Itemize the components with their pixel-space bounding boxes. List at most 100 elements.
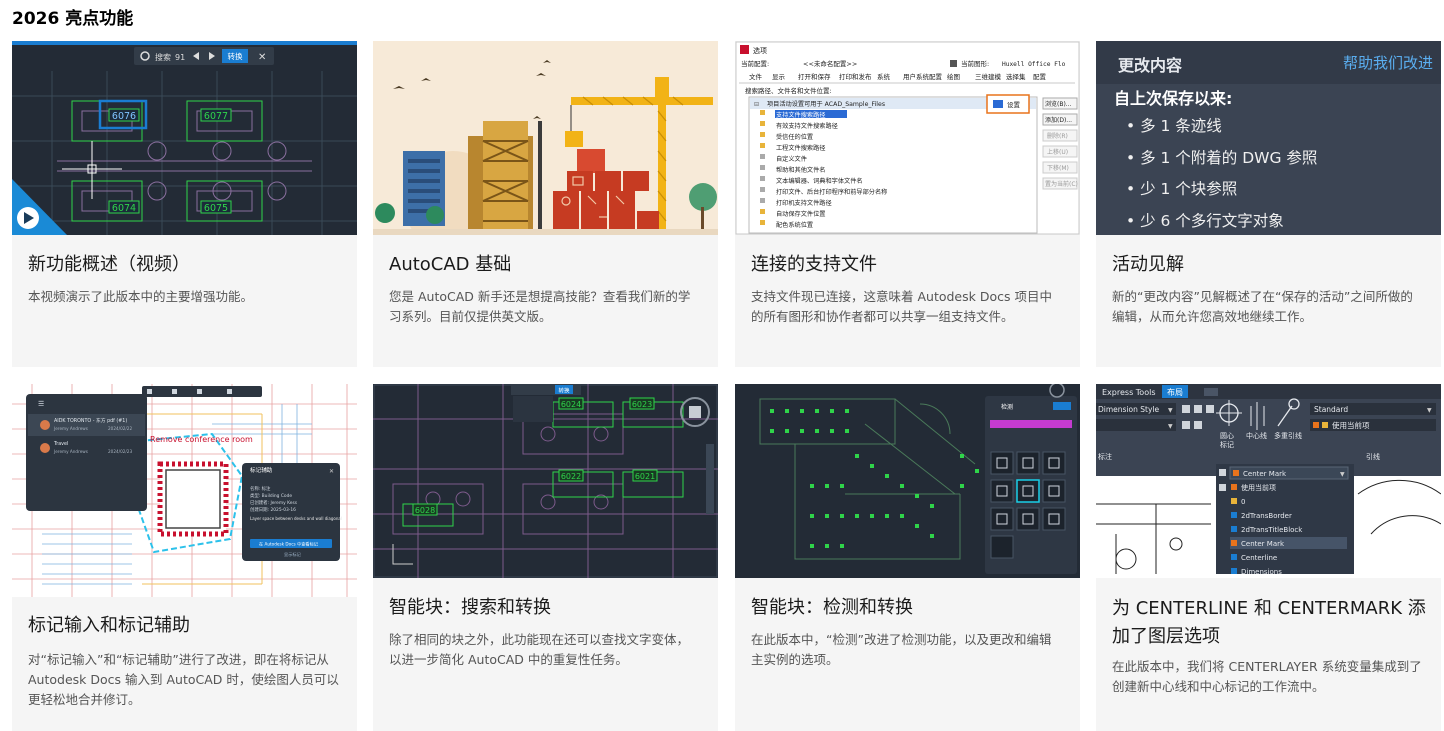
- card-thumbnail: Express Tools 布局 Dimension Style ▼ Stand…: [1096, 384, 1441, 578]
- help-improve-link[interactable]: 帮助我们改进: [1343, 52, 1433, 73]
- card-centerline-centermark-layer[interactable]: Express Tools 布局 Dimension Style ▼ Stand…: [1096, 384, 1441, 731]
- card-thumbnail: 检测: [735, 384, 1080, 578]
- layer-option[interactable]: Dimensions: [1241, 568, 1282, 576]
- card-description: 对“标记输入”和“标记辅助”进行了改进，即在将标记从 Autodesk Docs…: [28, 652, 339, 707]
- card-description: 新的“更改内容”见解概述了在“保存的活动”之间所做的编辑，从而允许您高效地继续工…: [1112, 289, 1413, 324]
- layer-option[interactable]: 2dTransBorder: [1241, 512, 1292, 520]
- tab-selection[interactable]: 选择集: [1006, 72, 1026, 81]
- tab-files[interactable]: 文件: [749, 72, 763, 81]
- close-icon[interactable]: ✕: [329, 468, 334, 475]
- browse-button[interactable]: 浏览(B)...: [1045, 100, 1072, 108]
- set-current-button[interactable]: 置为当前(C): [1045, 180, 1078, 188]
- layer-option[interactable]: 使用当前项: [1241, 483, 1276, 492]
- insight-bullet: • 多 1 个附着的 DWG 参照: [1126, 148, 1318, 167]
- card-description: 本视频演示了此版本中的主要增强功能。: [28, 289, 254, 304]
- tree-item[interactable]: 帮助和其他文件名: [776, 166, 826, 174]
- tree-item[interactable]: 工程文件搜索路径: [776, 144, 826, 152]
- app-icon: [740, 45, 749, 54]
- layer-option[interactable]: Centerline: [1241, 554, 1277, 562]
- tree-item[interactable]: 打印文件、后台打印程序和前导部分名称: [776, 188, 887, 196]
- use-current-select[interactable]: 使用当前项: [1332, 420, 1370, 430]
- annotation-label: 标注: [1098, 452, 1112, 461]
- tree-item[interactable]: 文本编辑器、词典和字体文件名: [776, 177, 863, 185]
- card-title[interactable]: 智能块：检测和转换: [751, 595, 1066, 621]
- toolbar-search[interactable]: 搜索: [155, 52, 171, 62]
- play-icon[interactable]: [17, 207, 39, 229]
- move-down-button[interactable]: 下移(M): [1047, 164, 1069, 172]
- list-header: ☰: [38, 400, 44, 408]
- panel-row: 创建日期: 2025-03-16: [250, 506, 296, 513]
- card-title[interactable]: 连接的支持文件: [751, 252, 1066, 278]
- card-title[interactable]: 为 CENTERLINE 和 CENTERMARK 添加了图层选项: [1112, 595, 1427, 651]
- close-icon[interactable]: ✕: [258, 52, 266, 63]
- toolbar-count: 91: [175, 53, 185, 62]
- layer-option[interactable]: 0: [1241, 498, 1245, 506]
- tab-3d-modeling[interactable]: 三维建模: [975, 72, 1002, 81]
- card-title[interactable]: 智能块：搜索和转换: [389, 595, 704, 621]
- tab-drafting[interactable]: 绘图: [947, 72, 960, 81]
- convert-button[interactable]: 转换: [228, 51, 243, 61]
- layer-option[interactable]: 2dTransTitleBlock: [1241, 526, 1303, 534]
- tree-item[interactable]: 配色系统位置: [776, 221, 813, 229]
- insight-subheader: 自上次保存以来:: [1114, 89, 1233, 108]
- tab-profiles[interactable]: 配置: [1033, 73, 1047, 81]
- card-markup-import-assist[interactable]: Remove conference room ☰ AIDK TORONTO - …: [12, 384, 357, 731]
- view-in-docs-button[interactable]: 在 Autodesk Docs 中查看标记: [259, 541, 319, 548]
- tab-system[interactable]: 系统: [877, 72, 891, 81]
- chevron-down-icon: ▼: [1168, 407, 1173, 414]
- block-label: 6074: [112, 203, 136, 214]
- card-title[interactable]: 活动见解: [1112, 252, 1427, 278]
- move-up-button[interactable]: 上移(U): [1047, 148, 1068, 156]
- tree-item[interactable]: 自动保存文件位置: [776, 210, 826, 218]
- card-activity-insights[interactable]: 更改内容 帮助我们改进 自上次保存以来: • 多 1 条迹线 • 多 1 个附着…: [1096, 41, 1441, 367]
- card-autocad-basics[interactable]: AutoCAD 基础 您是 AutoCAD 新手还是想提高技能？查看我们新的学习…: [373, 41, 718, 367]
- tab-plot-publish[interactable]: 打印和发布: [839, 72, 872, 81]
- panel-row: 已创建者: Jeremy Kess: [250, 499, 298, 506]
- settings-button[interactable]: 设置: [1007, 100, 1021, 109]
- chevron-down-icon: ▼: [1168, 423, 1173, 430]
- dimension-style-select[interactable]: Dimension Style: [1098, 405, 1159, 414]
- tree-item[interactable]: 打印机支持文件路径: [776, 199, 832, 207]
- add-button[interactable]: 添加(D)...: [1045, 116, 1072, 124]
- card-title[interactable]: 新功能概述（视频）: [28, 252, 343, 278]
- center-mark-label: 圆心: [1220, 432, 1234, 440]
- card-description: 您是 AutoCAD 新手还是想提高技能？查看我们新的学习系列。目前仅提供英文版…: [389, 289, 691, 324]
- multileader-label: 多重引线: [1274, 431, 1302, 440]
- remove-button[interactable]: 删除(R): [1047, 132, 1068, 140]
- block-label: 6077: [204, 111, 228, 122]
- card-connected-support-files[interactable]: 选项 当前配置: <<未命名配置>> 当前图形: Huxell Office F…: [735, 41, 1080, 367]
- layer-combo[interactable]: Center Mark: [1243, 470, 1287, 478]
- page-title: 2026 亮点功能: [12, 9, 134, 29]
- tree-item[interactable]: 自定义文件: [776, 155, 807, 163]
- show-markup-link[interactable]: 显示标记: [284, 551, 302, 558]
- layer-option[interactable]: Center Mark: [1241, 540, 1285, 548]
- tab-display[interactable]: 显示: [772, 73, 786, 81]
- tree-item[interactable]: 有效支持文件搜索路径: [776, 122, 838, 130]
- insight-bullet: • 少 6 个多行文字对象: [1126, 211, 1284, 230]
- markup-list-item-name[interactable]: Travel: [53, 441, 68, 447]
- tree-item[interactable]: 受信任的位置: [776, 133, 813, 141]
- card-title[interactable]: AutoCAD 基础: [389, 252, 704, 278]
- tab-open-save[interactable]: 打开和保存: [798, 72, 831, 81]
- convert-button[interactable]: 转换: [558, 387, 570, 395]
- panel-note: Layer space between desks and wall diago…: [250, 516, 342, 521]
- card-smart-blocks-detect-convert[interactable]: 检测 智能块：检测和转换 在此版本中，“检测”改进了检测功能，以及更改和编辑主实…: [735, 384, 1080, 731]
- markup-text[interactable]: Remove conference room: [150, 435, 253, 444]
- card-title[interactable]: 标记输入和标记辅助: [28, 613, 343, 639]
- chevron-down-icon: ▼: [1427, 407, 1432, 414]
- markup-list-item-name[interactable]: AIDK TORONTO - 东方 pdf (#1): [54, 417, 127, 424]
- card-thumbnail: 更改内容 帮助我们改进 自上次保存以来: • 多 1 条迹线 • 多 1 个附着…: [1096, 41, 1441, 235]
- tree-item[interactable]: 项目活动设置可用于 ACAD_Sample_Files: [767, 100, 885, 108]
- tree-item[interactable]: 支持文件搜索路径: [776, 111, 826, 119]
- card-new-features-video[interactable]: 6076 6077 6074 6075 搜索 91 转换 ✕ 新功能概述（视频）…: [12, 41, 357, 367]
- card-description: 在此版本中，我们将 CENTERLAYER 系统变量集成到了创建新中心线和中心标…: [1112, 659, 1422, 694]
- detect-panel-title: 检测: [1001, 403, 1013, 411]
- centerline-label: 中心线: [1246, 431, 1267, 440]
- insight-bullet: • 多 1 条迹线: [1126, 117, 1222, 135]
- standard-select[interactable]: Standard: [1314, 405, 1348, 414]
- tab-express-tools[interactable]: Express Tools: [1102, 388, 1156, 397]
- tab-user-preferences[interactable]: 用户系统配置: [903, 72, 943, 81]
- card-smart-blocks-search-convert[interactable]: 6024 6023 6022 6021 6028 转换 智能块：搜索和转换 除了…: [373, 384, 718, 731]
- tab-layout[interactable]: 布局: [1167, 387, 1183, 397]
- block-label: 6022: [561, 472, 581, 481]
